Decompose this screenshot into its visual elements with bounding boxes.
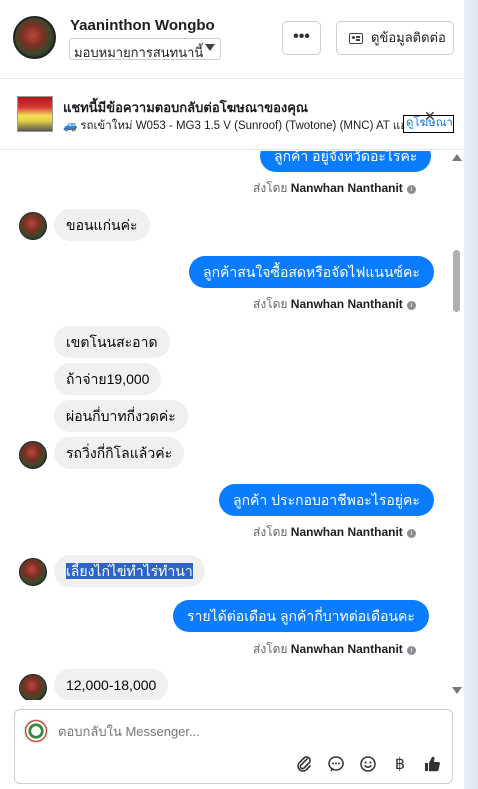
contact-avatar[interactable] <box>13 16 56 59</box>
view-contact-button[interactable]: ดูข้อมูลติดต่อ <box>336 21 454 55</box>
ad-banner-subtitle: 🚙 รถเข้าใหม่ W053 - MG3 1.5 V (Sunroof) (… <box>63 120 403 132</box>
message-bubble-outgoing[interactable]: รายได้ต่อเดือน ลูกค้ากี่บาทต่อเดือนคะ <box>173 600 429 632</box>
reply-input[interactable] <box>58 724 358 739</box>
scrollbar-thumb[interactable] <box>453 250 460 312</box>
contact-name[interactable]: Yaaninthon Wongbo <box>70 17 215 34</box>
scrollbar[interactable] <box>449 151 463 700</box>
thumbs-up-icon[interactable] <box>422 755 442 775</box>
message-bubble-incoming[interactable]: ผ่อนกี่บาทกี่งวดค่ะ <box>54 400 188 432</box>
message-bubble-outgoing[interactable]: ลูกค้า ประกอบอาชีพอะไรอยู่คะ <box>219 484 434 516</box>
attachment-icon[interactable] <box>294 755 314 775</box>
chevron-down-icon <box>205 44 215 51</box>
view-contact-label: ดูข้อมูลติดต่อ <box>371 30 446 45</box>
sender-avatar[interactable] <box>19 212 47 240</box>
saved-reply-icon[interactable] <box>326 755 346 775</box>
scroll-down-arrow-icon[interactable] <box>452 687 462 694</box>
info-icon[interactable]: i <box>406 646 416 655</box>
sender-avatar[interactable] <box>19 674 47 700</box>
message-bubble-incoming[interactable]: เขตโนนสะอาด <box>54 326 170 358</box>
sent-by-label: ส่งโดย Nanwhan Nanthanit i <box>253 640 416 659</box>
reply-composer: ฿ <box>14 709 453 784</box>
message-bubble-outgoing[interactable]: ลูกค้า อยู่จังหวัดอะไรคะ <box>260 151 432 172</box>
car-icon: 🚙 <box>63 120 78 132</box>
message-bubble-incoming[interactable]: ขอนแก่นค่ะ <box>54 209 150 241</box>
selected-text[interactable]: เลี้ยงไก่ไข่ทำไร่ทำนา <box>66 563 193 579</box>
scroll-up-arrow-icon[interactable] <box>452 154 462 161</box>
assign-label: มอบหมายการสนทนานี้ <box>74 45 204 60</box>
sent-by-label: ส่งโดย Nanwhan Nanthanit i <box>253 523 416 542</box>
message-bubble-incoming[interactable]: ถ้าจ่าย19,000 <box>54 363 162 395</box>
sender-avatar[interactable] <box>19 558 47 586</box>
message-bubble-incoming[interactable]: รถวิ่งกี่กิโลแล้วค่ะ <box>54 437 185 469</box>
page-background-edge <box>464 0 478 789</box>
assign-conversation-dropdown[interactable]: มอบหมายการสนทนานี้ <box>69 38 221 60</box>
message-bubble-outgoing[interactable]: ลูกค้าสนใจซื้อสดหรือจัดไฟแนนซ์คะ <box>189 256 434 288</box>
ad-banner-title: แชทนี้มีข้อความตอบกลับต่อโฆษณาของคุณ <box>63 100 308 115</box>
sent-by-label: ส่งโดย Nanwhan Nanthanit i <box>253 295 416 314</box>
conversation-header: Yaaninthon Wongbo มอบหมายการสนทนานี้ •••… <box>0 0 464 79</box>
close-icon[interactable]: ✕ <box>424 108 436 125</box>
info-icon[interactable]: i <box>406 185 416 194</box>
more-options-button[interactable]: ••• <box>282 21 321 55</box>
sent-by-label: ส่งโดย Nanwhan Nanthanit i <box>253 179 416 198</box>
baht-payment-icon[interactable]: ฿ <box>390 755 410 775</box>
message-thread[interactable]: ลูกค้า อยู่จังหวัดอะไรคะ ส่งโดย Nanwhan … <box>0 151 464 700</box>
contact-card-icon <box>349 33 363 44</box>
ad-reply-banner: แชทนี้มีข้อความตอบกลับต่อโฆษณาของคุณ 🚙 รถ… <box>0 80 464 150</box>
info-icon[interactable]: i <box>406 301 416 310</box>
message-bubble-incoming[interactable]: 12,000-18,000 <box>54 669 169 700</box>
emoji-icon[interactable] <box>358 755 378 775</box>
ad-thumbnail[interactable] <box>17 96 53 132</box>
info-icon[interactable]: i <box>406 529 416 538</box>
page-avatar <box>24 719 48 743</box>
message-bubble-incoming[interactable]: เลี้ยงไก่ไข่ทำไร่ทำนา <box>54 555 205 587</box>
sender-avatar[interactable] <box>19 441 47 469</box>
